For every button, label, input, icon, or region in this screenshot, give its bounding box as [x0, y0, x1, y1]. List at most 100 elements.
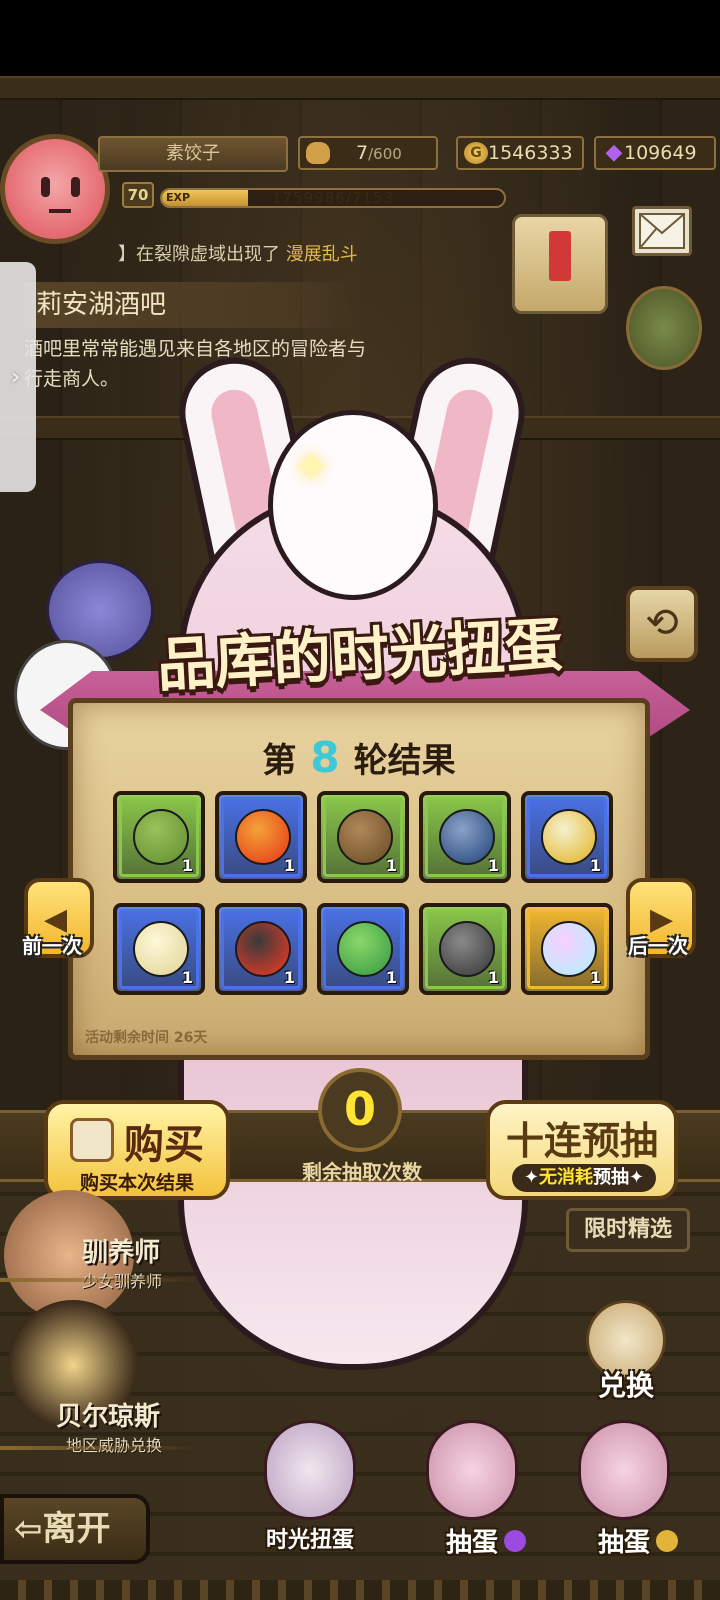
- gem-icon: [504, 1530, 526, 1552]
- gold-value: 1546333: [488, 142, 573, 164]
- ten-pull-label: 十连预抽: [505, 1119, 658, 1163]
- status-bar: [0, 0, 720, 76]
- item-count: 1: [283, 856, 295, 875]
- player-level: 70: [122, 182, 154, 208]
- previous-label: 前一次: [22, 934, 82, 958]
- player-name: 素饺子: [98, 136, 288, 172]
- item-count: 1: [589, 968, 601, 987]
- stone-golem-icon: [439, 921, 495, 977]
- stamina-counter[interactable]: b 7/600: [298, 136, 438, 170]
- result-slot-stone-golem[interactable]: 1: [419, 903, 511, 995]
- mail-icon: [639, 213, 685, 249]
- limited-selection-button[interactable]: 限时精选: [566, 1208, 690, 1252]
- remaining-draws-label: 剩余抽取次数: [302, 1160, 422, 1184]
- side-drawer-tab[interactable]: ›: [0, 262, 36, 492]
- item-count: 1: [487, 856, 499, 875]
- result-slot-fire-swirl[interactable]: 1: [215, 791, 307, 883]
- event-remaining-time: 活动剩余时间 26天: [85, 1030, 208, 1046]
- gold-coin-icon: [656, 1530, 678, 1552]
- time-gacha-icon: [264, 1420, 356, 1520]
- exp-value: 1759986/7153: [272, 189, 395, 207]
- npc-subtitle-beljones: 地区威胁兑换: [66, 1432, 162, 1456]
- gem-icon: ◆: [605, 140, 623, 165]
- chevron-right-icon: ›: [10, 362, 21, 392]
- leave-button[interactable]: ⇦离开: [0, 1494, 150, 1564]
- item-count: 1: [283, 968, 295, 987]
- npc-name-tamer: 驯养师: [82, 1238, 161, 1268]
- free-highlight: 无消耗: [539, 1167, 593, 1188]
- round-prefix: 第: [262, 741, 297, 781]
- result-slot-wooden-egg[interactable]: 1: [317, 791, 409, 883]
- alert-icon: [549, 231, 571, 281]
- mail-button[interactable]: [632, 206, 692, 256]
- stamina-max: /600: [368, 145, 402, 163]
- draw-egg-gem-button[interactable]: 抽蛋: [412, 1420, 532, 1570]
- avatar-eye: [41, 177, 50, 197]
- item-count: 1: [181, 968, 193, 987]
- sprout-seed-icon: [133, 809, 189, 865]
- round-suffix: 轮结果: [353, 741, 456, 781]
- ten-pull-sublabel: ✦无消耗预抽✦: [512, 1164, 656, 1192]
- item-count: 1: [385, 856, 397, 875]
- gem-counter[interactable]: ◆ 109649: [594, 136, 716, 170]
- exp-bar: EXP 1759986/7153: [160, 188, 506, 208]
- round-number: 8: [310, 733, 340, 782]
- rabbit-head: [268, 410, 438, 600]
- buy-button[interactable]: 购买 购买本次结果: [44, 1100, 230, 1200]
- leave-label: 离开: [42, 1509, 111, 1549]
- npc-name-beljones: 贝尔琼斯: [56, 1402, 161, 1432]
- item-count: 1: [385, 968, 397, 987]
- draw-egg-gold-button[interactable]: 抽蛋: [564, 1420, 684, 1570]
- news-text: 】在裂隙虚域出现了: [118, 244, 280, 265]
- round-title: 第 8 轮结果: [73, 733, 645, 782]
- npc-separator: [0, 1446, 200, 1450]
- result-slot-winged-rainbow-egg[interactable]: 1: [521, 903, 613, 995]
- gold-jellyfish-icon: [541, 809, 597, 865]
- quest-scroll-button[interactable]: [512, 214, 608, 314]
- avatar-eye: [71, 177, 80, 197]
- result-slot-gold-jellyfish[interactable]: 1: [521, 791, 613, 883]
- result-slot-sprout-seed[interactable]: 1: [113, 791, 205, 883]
- npc-separator: [0, 1278, 200, 1282]
- gold-counter[interactable]: G 1546333: [456, 136, 584, 170]
- winged-rainbow-egg-icon: [541, 921, 597, 977]
- back-button[interactable]: ⟲: [626, 586, 698, 662]
- location-title: 莉安湖酒吧: [24, 282, 354, 328]
- result-slot-cactus-bush[interactable]: 1: [317, 903, 409, 995]
- item-count: 1: [487, 968, 499, 987]
- rabbit-egg-icon: [426, 1420, 518, 1520]
- ceiling-beam: [0, 76, 720, 100]
- time-gacha-button[interactable]: 时光扭蛋: [250, 1420, 370, 1570]
- stamina-current: 7: [356, 142, 369, 164]
- rabbit-egg-icon: [578, 1420, 670, 1520]
- red-cat-hat-icon: [235, 921, 291, 977]
- ten-pull-preview-button[interactable]: 十连预抽 ✦无消耗预抽✦: [486, 1100, 678, 1200]
- preview-text: 预抽: [593, 1167, 629, 1188]
- fire-swirl-icon: [235, 809, 291, 865]
- time-gacha-label: 时光扭蛋: [265, 1528, 354, 1553]
- result-slot-blue-shell[interactable]: 1: [419, 791, 511, 883]
- bottom-fence: [0, 1580, 720, 1600]
- result-slot-red-cat-hat[interactable]: 1: [215, 903, 307, 995]
- gem-value: 109649: [624, 142, 697, 164]
- buy-label: 购买: [124, 1122, 204, 1168]
- exchange-label: 兑换: [597, 1369, 654, 1402]
- lotus-bud-icon: [133, 921, 189, 977]
- backpack-button[interactable]: [626, 286, 702, 370]
- remaining-draws-count: 0: [318, 1068, 402, 1152]
- news-ticker[interactable]: 】在裂隙虚域出现了 漫展乱斗: [118, 240, 478, 270]
- avatar-mouth: [49, 209, 71, 213]
- exchange-button[interactable]: 兑换: [570, 1290, 682, 1410]
- exp-label: EXP: [166, 191, 191, 204]
- result-slot-lotus-bud[interactable]: 1: [113, 903, 205, 995]
- item-count: 1: [181, 856, 193, 875]
- sparkle-icon: ✦: [292, 440, 331, 494]
- player-avatar[interactable]: [0, 134, 110, 244]
- item-count: 1: [589, 856, 601, 875]
- next-label: 后一次: [628, 934, 688, 958]
- cactus-bush-icon: [337, 921, 393, 977]
- bread-icon: b: [306, 142, 330, 164]
- news-highlight: 漫展乱斗: [285, 244, 358, 265]
- gacha-emblem-icon: [70, 1118, 114, 1162]
- wooden-egg-icon: [337, 809, 393, 865]
